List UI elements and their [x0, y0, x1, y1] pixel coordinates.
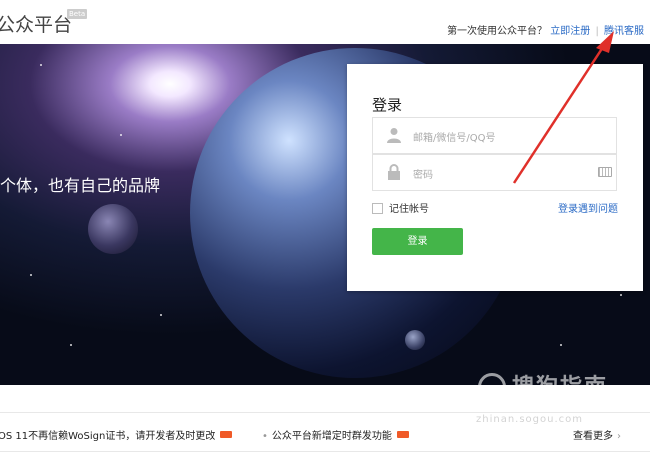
notice-item-text[interactable]: 公众平台新增定时群发功能	[272, 431, 392, 442]
account-field[interactable]: 邮箱/微信号/QQ号	[372, 117, 617, 154]
first-use-prompt: 第一次使用公众平台？	[447, 26, 548, 37]
login-trouble-link[interactable]: 登录遇到问题	[558, 200, 618, 215]
keyboard-icon[interactable]	[598, 167, 612, 177]
notice-bullet: •	[262, 431, 268, 442]
notice-item-text[interactable]: OS 11不再信赖WoSign证书，请开发者及时更改	[0, 431, 215, 442]
view-more-link[interactable]: 查看更多 ›	[573, 427, 621, 442]
password-field[interactable]: 密码	[372, 154, 617, 191]
user-icon	[387, 128, 401, 143]
hero-tagline: 个体，也有自己的品牌	[0, 176, 161, 195]
header-links: 第一次使用公众平台？ 立即注册 | 腾讯客服	[447, 22, 644, 37]
lock-icon	[388, 164, 400, 180]
remember-label: 记住帐号	[389, 204, 429, 215]
login-button[interactable]: 登录	[372, 228, 463, 255]
watermark-text: 搜狗指南	[512, 375, 609, 400]
watermark-subtext: zhinan.sogou.com	[476, 414, 584, 425]
watermark-logo-icon	[478, 373, 506, 401]
remember-checkbox[interactable]	[372, 203, 383, 214]
view-more-label[interactable]: 查看更多	[573, 431, 613, 442]
support-link[interactable]: 腾讯客服	[604, 26, 644, 37]
chevron-right-icon: ›	[617, 431, 621, 442]
login-card: 登录 邮箱/微信号/QQ号 密码 记住帐号 登录遇到问题 登录	[347, 64, 643, 291]
remember-account[interactable]: 记住帐号	[372, 200, 429, 215]
tiny-planet-image	[405, 330, 425, 350]
header-separator: |	[595, 26, 599, 37]
login-title: 登录	[372, 96, 403, 114]
small-planet-image	[88, 204, 138, 254]
new-badge-icon	[220, 431, 233, 438]
notice-item[interactable]: • 公众平台新增定时群发功能	[262, 427, 409, 442]
notice-item[interactable]: OS 11不再信赖WoSign证书，请开发者及时更改	[0, 427, 233, 442]
top-header: 公众平台 Beta 第一次使用公众平台？ 立即注册 | 腾讯客服	[0, 0, 650, 44]
register-link[interactable]: 立即注册	[550, 26, 590, 37]
password-placeholder: 密码	[413, 170, 433, 181]
account-placeholder: 邮箱/微信号/QQ号	[413, 133, 496, 144]
site-logo[interactable]: 公众平台	[0, 10, 72, 37]
new-badge-icon	[396, 431, 409, 438]
beta-badge: Beta	[67, 9, 88, 19]
